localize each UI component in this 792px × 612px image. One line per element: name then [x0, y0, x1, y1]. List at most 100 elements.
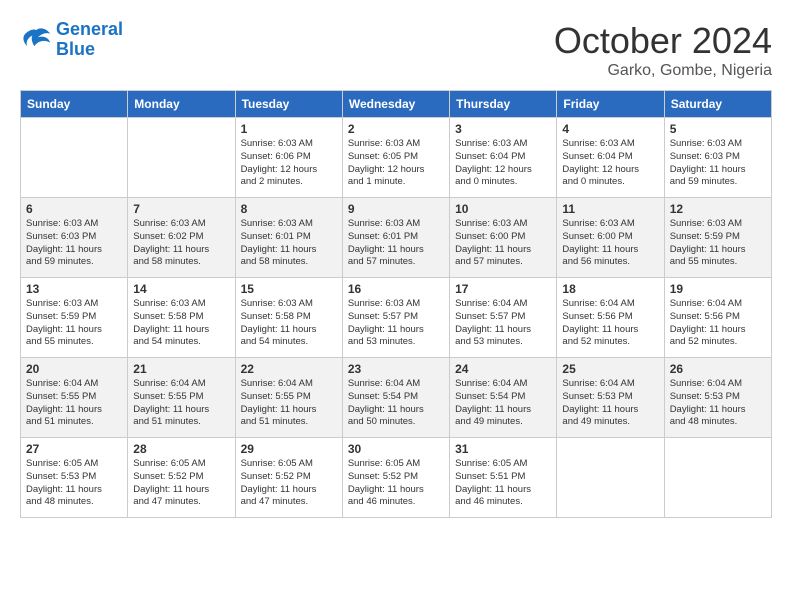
calendar-cell: 11 Sunrise: 6:03 AM Sunset: 6:00 PM Dayli…	[557, 198, 664, 278]
cell-daylight-info: Sunrise: 6:04 AM Sunset: 5:57 PM Dayligh…	[455, 298, 551, 349]
calendar-cell: 10 Sunrise: 6:03 AM Sunset: 6:00 PM Dayli…	[450, 198, 557, 278]
calendar-cell: 3 Sunrise: 6:03 AM Sunset: 6:04 PM Daylig…	[450, 118, 557, 198]
cell-daylight-info: Sunrise: 6:04 AM Sunset: 5:55 PM Dayligh…	[26, 378, 122, 429]
day-number: 3	[455, 122, 551, 136]
day-number: 7	[133, 202, 229, 216]
calendar-cell: 23 Sunrise: 6:04 AM Sunset: 5:54 PM Dayli…	[342, 358, 449, 438]
calendar-cell: 18 Sunrise: 6:04 AM Sunset: 5:56 PM Dayli…	[557, 278, 664, 358]
col-header-thursday: Thursday	[450, 91, 557, 118]
logo-icon	[20, 26, 52, 54]
cell-daylight-info: Sunrise: 6:05 AM Sunset: 5:51 PM Dayligh…	[455, 458, 551, 509]
day-number: 31	[455, 442, 551, 456]
week-row-2: 6Sunrise: 6:03 AM Sunset: 6:03 PM Daylig…	[21, 198, 772, 278]
day-number: 2	[348, 122, 444, 136]
calendar-cell: 28 Sunrise: 6:05 AM Sunset: 5:52 PM Dayli…	[128, 438, 235, 518]
col-header-sunday: Sunday	[21, 91, 128, 118]
day-number: 14	[133, 282, 229, 296]
calendar-cell: 5 Sunrise: 6:03 AM Sunset: 6:03 PM Daylig…	[664, 118, 771, 198]
calendar-cell: 25 Sunrise: 6:04 AM Sunset: 5:53 PM Dayli…	[557, 358, 664, 438]
day-number: 1	[241, 122, 337, 136]
cell-daylight-info: Sunrise: 6:03 AM Sunset: 6:04 PM Dayligh…	[562, 138, 658, 189]
calendar-cell: 19 Sunrise: 6:04 AM Sunset: 5:56 PM Dayli…	[664, 278, 771, 358]
calendar-cell: 17 Sunrise: 6:04 AM Sunset: 5:57 PM Dayli…	[450, 278, 557, 358]
cell-daylight-info: Sunrise: 6:04 AM Sunset: 5:56 PM Dayligh…	[562, 298, 658, 349]
calendar-cell: 8 Sunrise: 6:03 AM Sunset: 6:01 PM Daylig…	[235, 198, 342, 278]
calendar-table: SundayMondayTuesdayWednesdayThursdayFrid…	[20, 90, 772, 518]
cell-daylight-info: Sunrise: 6:03 AM Sunset: 6:00 PM Dayligh…	[455, 218, 551, 269]
cell-daylight-info: Sunrise: 6:03 AM Sunset: 6:06 PM Dayligh…	[241, 138, 337, 189]
calendar-cell: 1 Sunrise: 6:03 AM Sunset: 6:06 PM Daylig…	[235, 118, 342, 198]
day-number: 11	[562, 202, 658, 216]
day-number: 18	[562, 282, 658, 296]
calendar-cell: 6Sunrise: 6:03 AM Sunset: 6:03 PM Daylig…	[21, 198, 128, 278]
calendar-cell: 24 Sunrise: 6:04 AM Sunset: 5:54 PM Dayli…	[450, 358, 557, 438]
col-header-saturday: Saturday	[664, 91, 771, 118]
day-number: 13	[26, 282, 122, 296]
calendar-cell: 12Sunrise: 6:03 AM Sunset: 5:59 PM Dayli…	[664, 198, 771, 278]
day-number: 22	[241, 362, 337, 376]
cell-daylight-info: Sunrise: 6:03 AM Sunset: 5:58 PM Dayligh…	[133, 298, 229, 349]
page-header: General Blue October 2024 Garko, Gombe, …	[20, 20, 772, 80]
cell-daylight-info: Sunrise: 6:03 AM Sunset: 5:59 PM Dayligh…	[670, 218, 766, 269]
cell-daylight-info: Sunrise: 6:04 AM Sunset: 5:53 PM Dayligh…	[562, 378, 658, 429]
cell-daylight-info: Sunrise: 6:03 AM Sunset: 5:57 PM Dayligh…	[348, 298, 444, 349]
day-number: 5	[670, 122, 766, 136]
day-number: 9	[348, 202, 444, 216]
calendar-cell: 7 Sunrise: 6:03 AM Sunset: 6:02 PM Daylig…	[128, 198, 235, 278]
day-number: 10	[455, 202, 551, 216]
cell-daylight-info: Sunrise: 6:04 AM Sunset: 5:54 PM Dayligh…	[348, 378, 444, 429]
day-number: 30	[348, 442, 444, 456]
day-number: 23	[348, 362, 444, 376]
cell-daylight-info: Sunrise: 6:04 AM Sunset: 5:53 PM Dayligh…	[670, 378, 766, 429]
cell-daylight-info: Sunrise: 6:04 AM Sunset: 5:54 PM Dayligh…	[455, 378, 551, 429]
week-row-4: 20Sunrise: 6:04 AM Sunset: 5:55 PM Dayli…	[21, 358, 772, 438]
cell-daylight-info: Sunrise: 6:03 AM Sunset: 6:03 PM Dayligh…	[26, 218, 122, 269]
day-number: 24	[455, 362, 551, 376]
day-number: 15	[241, 282, 337, 296]
day-number: 28	[133, 442, 229, 456]
day-number: 8	[241, 202, 337, 216]
cell-daylight-info: Sunrise: 6:03 AM Sunset: 5:58 PM Dayligh…	[241, 298, 337, 349]
calendar-cell	[128, 118, 235, 198]
cell-daylight-info: Sunrise: 6:05 AM Sunset: 5:52 PM Dayligh…	[133, 458, 229, 509]
calendar-cell	[21, 118, 128, 198]
cell-daylight-info: Sunrise: 6:05 AM Sunset: 5:53 PM Dayligh…	[26, 458, 122, 509]
calendar-cell: 22Sunrise: 6:04 AM Sunset: 5:55 PM Dayli…	[235, 358, 342, 438]
cell-daylight-info: Sunrise: 6:03 AM Sunset: 6:00 PM Dayligh…	[562, 218, 658, 269]
calendar-cell: 27Sunrise: 6:05 AM Sunset: 5:53 PM Dayli…	[21, 438, 128, 518]
day-number: 21	[133, 362, 229, 376]
day-number: 26	[670, 362, 766, 376]
location-subtitle: Garko, Gombe, Nigeria	[554, 62, 772, 80]
logo-text: General Blue	[56, 20, 123, 60]
cell-daylight-info: Sunrise: 6:03 AM Sunset: 6:02 PM Dayligh…	[133, 218, 229, 269]
calendar-cell: 31 Sunrise: 6:05 AM Sunset: 5:51 PM Dayli…	[450, 438, 557, 518]
week-row-5: 27Sunrise: 6:05 AM Sunset: 5:53 PM Dayli…	[21, 438, 772, 518]
calendar-cell: 14 Sunrise: 6:03 AM Sunset: 5:58 PM Dayli…	[128, 278, 235, 358]
calendar-cell: 2 Sunrise: 6:03 AM Sunset: 6:05 PM Daylig…	[342, 118, 449, 198]
calendar-cell: 15 Sunrise: 6:03 AM Sunset: 5:58 PM Dayli…	[235, 278, 342, 358]
cell-daylight-info: Sunrise: 6:04 AM Sunset: 5:55 PM Dayligh…	[133, 378, 229, 429]
cell-daylight-info: Sunrise: 6:03 AM Sunset: 6:04 PM Dayligh…	[455, 138, 551, 189]
day-number: 16	[348, 282, 444, 296]
cell-daylight-info: Sunrise: 6:05 AM Sunset: 5:52 PM Dayligh…	[348, 458, 444, 509]
cell-daylight-info: Sunrise: 6:05 AM Sunset: 5:52 PM Dayligh…	[241, 458, 337, 509]
cell-daylight-info: Sunrise: 6:03 AM Sunset: 6:01 PM Dayligh…	[241, 218, 337, 269]
day-number: 17	[455, 282, 551, 296]
calendar-cell: 29Sunrise: 6:05 AM Sunset: 5:52 PM Dayli…	[235, 438, 342, 518]
col-header-monday: Monday	[128, 91, 235, 118]
calendar-header-row: SundayMondayTuesdayWednesdayThursdayFrid…	[21, 91, 772, 118]
cell-daylight-info: Sunrise: 6:03 AM Sunset: 6:05 PM Dayligh…	[348, 138, 444, 189]
week-row-1: 1 Sunrise: 6:03 AM Sunset: 6:06 PM Daylig…	[21, 118, 772, 198]
cell-daylight-info: Sunrise: 6:04 AM Sunset: 5:56 PM Dayligh…	[670, 298, 766, 349]
cell-daylight-info: Sunrise: 6:03 AM Sunset: 6:03 PM Dayligh…	[670, 138, 766, 189]
day-number: 25	[562, 362, 658, 376]
cell-daylight-info: Sunrise: 6:03 AM Sunset: 6:01 PM Dayligh…	[348, 218, 444, 269]
calendar-cell: 21 Sunrise: 6:04 AM Sunset: 5:55 PM Dayli…	[128, 358, 235, 438]
col-header-friday: Friday	[557, 91, 664, 118]
calendar-cell: 13 Sunrise: 6:03 AM Sunset: 5:59 PM Dayli…	[21, 278, 128, 358]
calendar-cell: 16 Sunrise: 6:03 AM Sunset: 5:57 PM Dayli…	[342, 278, 449, 358]
calendar-cell: 26 Sunrise: 6:04 AM Sunset: 5:53 PM Dayli…	[664, 358, 771, 438]
day-number: 19	[670, 282, 766, 296]
cell-daylight-info: Sunrise: 6:03 AM Sunset: 5:59 PM Dayligh…	[26, 298, 122, 349]
calendar-cell: 20Sunrise: 6:04 AM Sunset: 5:55 PM Dayli…	[21, 358, 128, 438]
